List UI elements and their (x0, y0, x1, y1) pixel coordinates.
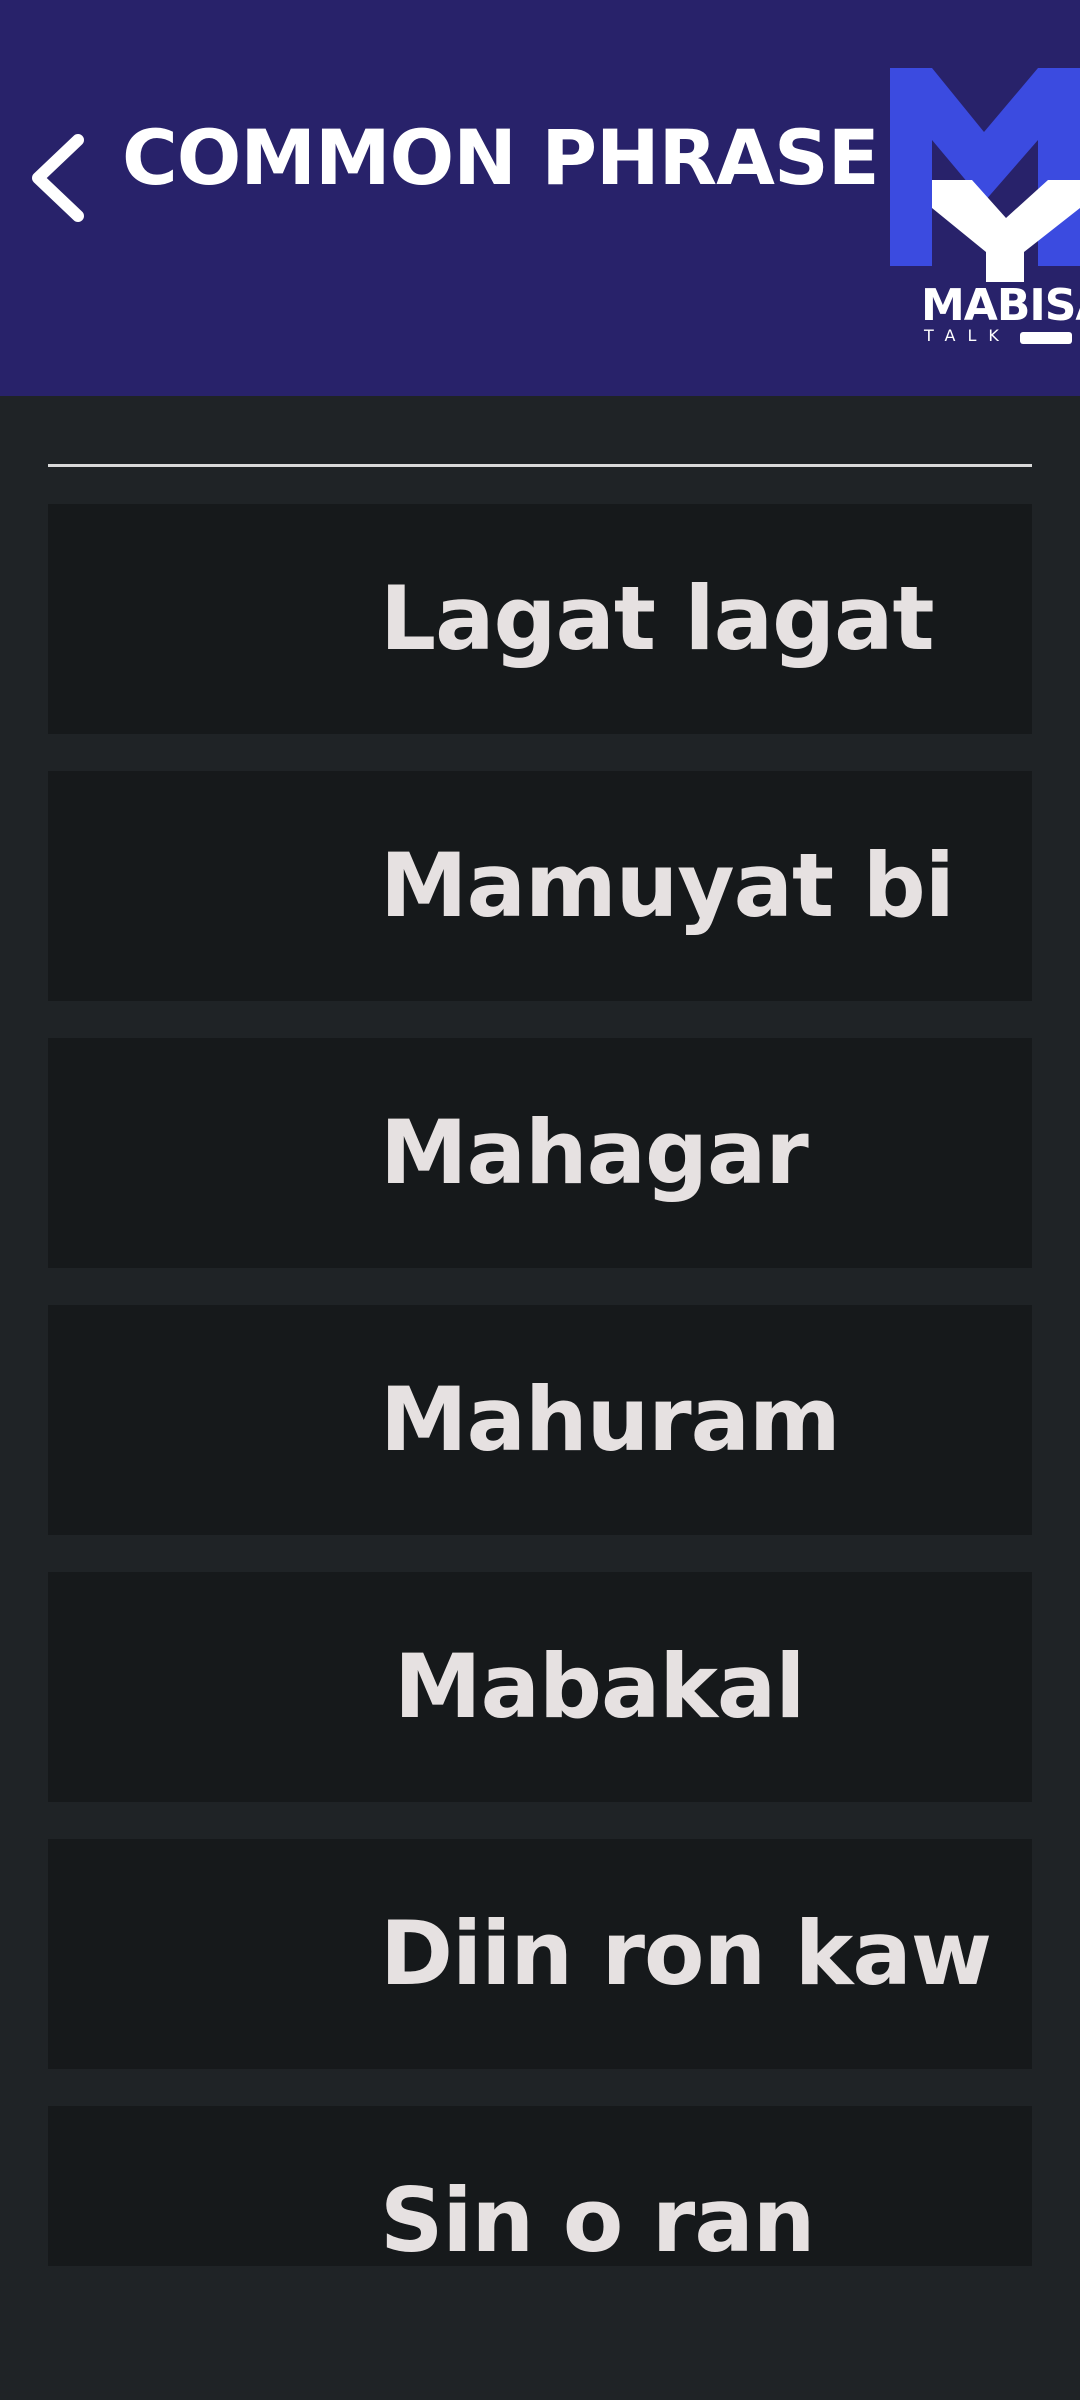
phrase-item[interactable]: Mahagar (48, 1038, 1032, 1268)
chevron-left-icon (32, 134, 84, 222)
phrase-label: Sin o ran (380, 2169, 815, 2266)
phrase-item[interactable]: Mamuyat bi (48, 771, 1032, 1001)
logo-wordmark: MABISA (921, 280, 1080, 331)
phrase-label: Mahuram (380, 1368, 841, 1471)
phrase-item[interactable]: Mahuram (48, 1305, 1032, 1535)
back-button[interactable] (22, 128, 92, 228)
phrase-label: Mabakal (394, 1635, 805, 1738)
phrase-label: Diin ron kaw (380, 1902, 992, 2005)
phrase-label: Mamuyat bi (380, 834, 955, 937)
phrase-item[interactable]: Sin o ran (48, 2106, 1032, 2266)
phrase-item[interactable]: Lagat lagat (48, 504, 1032, 734)
phrase-item[interactable]: Diin ron kaw (48, 1839, 1032, 2069)
page-title: COMMON PHRASE (122, 113, 880, 202)
phrase-label: Lagat lagat (380, 567, 935, 670)
phrase-label: Mahagar (380, 1101, 809, 1204)
logo-subtitle: TALK (924, 326, 1011, 345)
divider (48, 464, 1032, 467)
logo-underline (1020, 332, 1072, 344)
app-header: COMMON PHRASE MABISA TALK (0, 0, 1080, 396)
phrase-list[interactable]: Lagat lagat Mamuyat bi Mahagar Mahuram M… (48, 504, 1032, 2266)
phrase-item[interactable]: Mabakal (48, 1572, 1032, 1802)
mabisa-logo-mark (890, 68, 1080, 284)
app-logo: MABISA TALK (888, 62, 1080, 352)
